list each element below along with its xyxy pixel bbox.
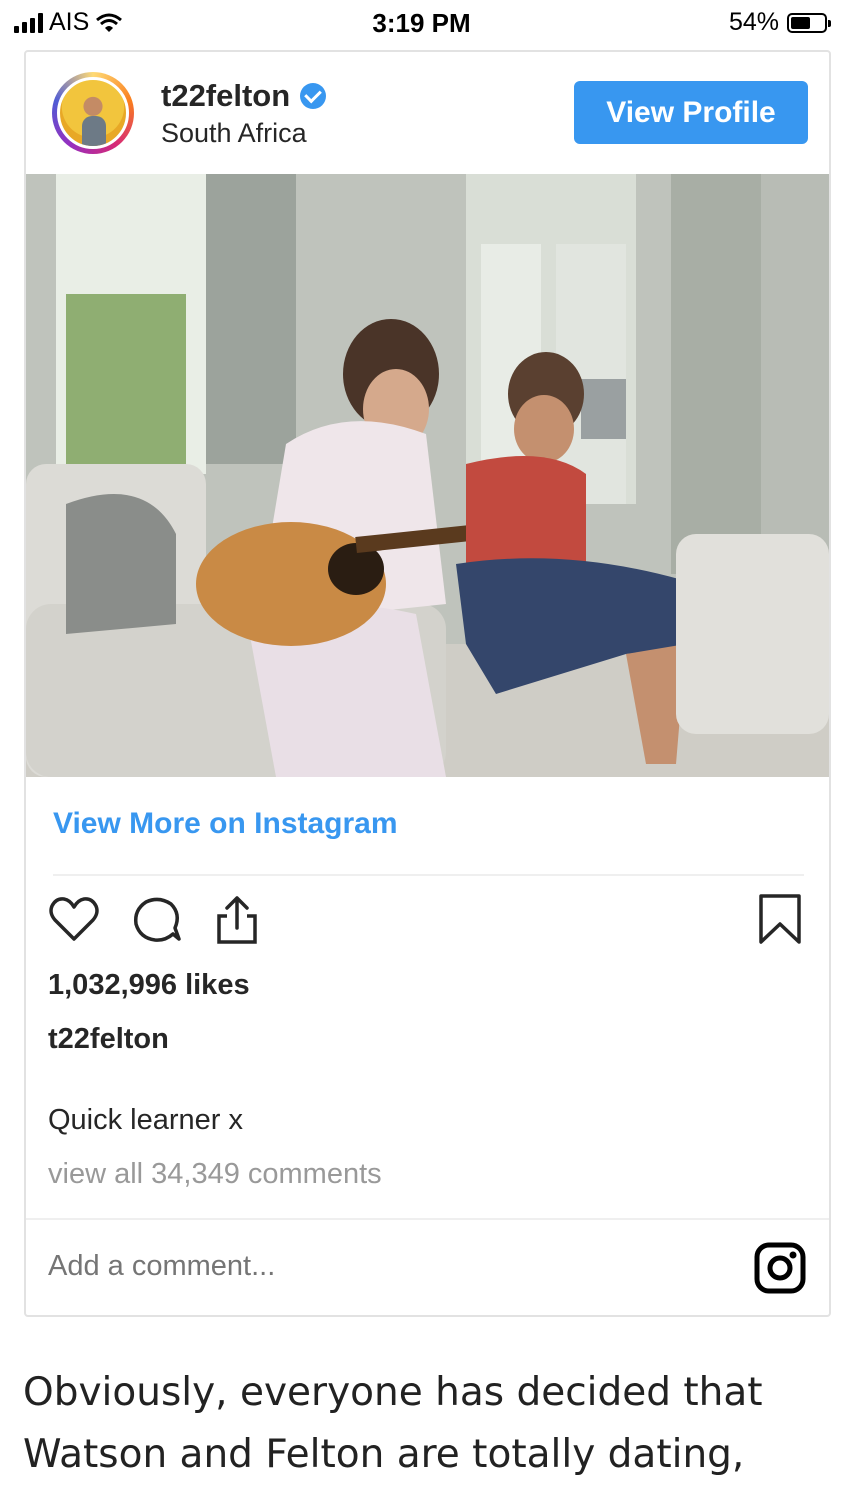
status-bar: AIS 3:19 PM 54% xyxy=(0,0,843,46)
add-comment-input[interactable] xyxy=(48,1250,648,1283)
share-icon[interactable] xyxy=(209,892,265,948)
comment-icon[interactable] xyxy=(129,892,185,948)
post-location[interactable]: South Africa xyxy=(161,118,307,149)
instagram-embed: t22felton South Africa View Profile View… xyxy=(24,50,831,1317)
divider xyxy=(26,1218,829,1220)
view-profile-button[interactable]: View Profile xyxy=(574,81,808,144)
battery-icon xyxy=(787,12,831,33)
article-paragraph: Obviously, everyone has decided that Wat… xyxy=(23,1370,763,1477)
avatar-image xyxy=(57,77,129,149)
status-time: 3:19 PM xyxy=(372,8,471,38)
post-header: t22felton South Africa View Profile xyxy=(26,52,829,174)
view-comments-link[interactable]: view all 34,349 comments xyxy=(48,1158,382,1191)
caption-username[interactable]: t22felton xyxy=(48,1023,169,1056)
divider xyxy=(53,874,804,876)
verified-badge-icon xyxy=(300,83,327,109)
post-actions xyxy=(26,890,829,950)
caption-text: Quick learner x xyxy=(48,1104,244,1136)
heart-icon[interactable] xyxy=(46,892,102,948)
avatar[interactable] xyxy=(52,72,134,154)
battery-percent: 54% xyxy=(728,8,779,36)
bookmark-icon[interactable] xyxy=(752,892,808,948)
likes-count[interactable]: 1,032,996 likes xyxy=(48,969,250,1002)
post-photo[interactable] xyxy=(26,174,829,777)
instagram-logo-icon[interactable] xyxy=(753,1241,807,1295)
post-username[interactable]: t22felton xyxy=(161,78,290,114)
view-more-link[interactable]: View More on Instagram xyxy=(53,807,398,841)
